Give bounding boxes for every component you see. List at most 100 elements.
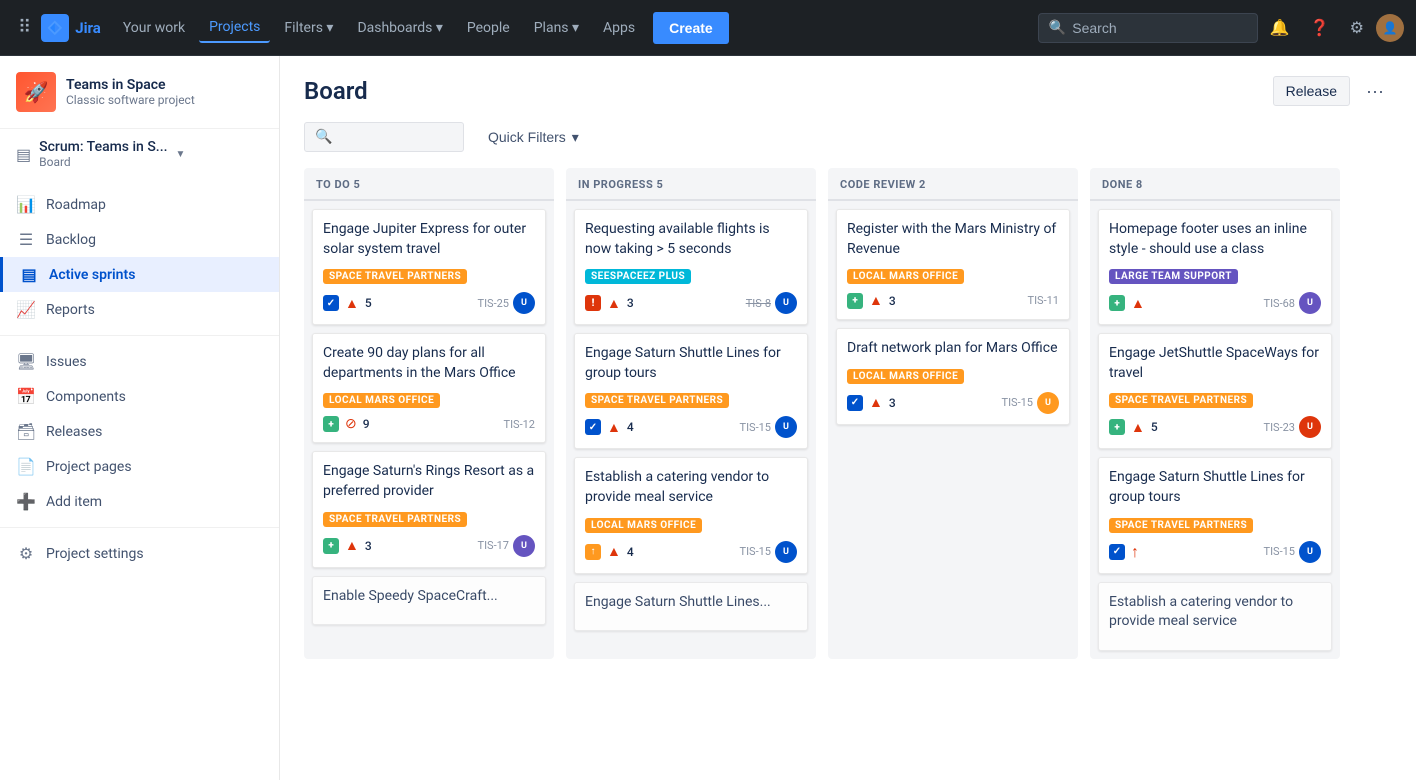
add-icon: ➕ — [16, 492, 36, 511]
story-points: 3 — [889, 396, 896, 410]
issue-type-icon: ✓ — [585, 419, 601, 435]
jira-logo[interactable]: Jira — [41, 14, 101, 42]
column-done-cards: Homepage footer uses an inline style - s… — [1090, 201, 1340, 659]
board-icon: ▤ — [16, 145, 31, 164]
priority-icon: ▲ — [869, 292, 883, 309]
card-tis8[interactable]: Requesting available flights is now taki… — [574, 209, 808, 325]
card-tis15-done[interactable]: Engage Saturn Shuttle Lines for group to… — [1098, 457, 1332, 573]
sidebar-item-reports[interactable]: 📈 Reports — [0, 292, 279, 327]
your-work-nav[interactable]: Your work — [113, 14, 195, 42]
card-avatar: U — [775, 292, 797, 314]
card-footer: ✓ ↑ TIS-15 U — [1109, 541, 1321, 563]
card-title: Draft network plan for Mars Office — [847, 339, 1059, 359]
release-button[interactable]: Release — [1273, 76, 1350, 106]
top-navigation: ⠿ Jira Your work Projects Filters ▾ Dash… — [0, 0, 1416, 56]
board-selector-name: Scrum: Teams in S... — [39, 139, 167, 155]
logo-text: Jira — [75, 19, 101, 37]
story-points: 9 — [363, 417, 370, 431]
filters-nav[interactable]: Filters ▾ — [274, 14, 343, 42]
sidebar-item-releases[interactable]: 🗃 Releases — [0, 414, 279, 449]
card-ip-partial[interactable]: Engage Saturn Shuttle Lines... — [574, 582, 808, 632]
column-todo: TO DO 5 Engage Jupiter Express for outer… — [304, 168, 554, 659]
card-done-partial[interactable]: Establish a catering vendor to provide m… — [1098, 582, 1332, 651]
issue-type-icon: + — [1109, 295, 1125, 311]
priority-icon: ▲ — [1131, 295, 1145, 312]
settings-icon: ⚙ — [16, 544, 36, 563]
sidebar-item-issues[interactable]: 🖥 Issues — [0, 335, 279, 379]
card-todo-partial[interactable]: Enable Speedy SpaceCraft... — [312, 576, 546, 626]
card-tis23[interactable]: Engage JetShuttle SpaceWays for travel S… — [1098, 333, 1332, 449]
more-options-button[interactable]: ··· — [1358, 77, 1392, 106]
sidebar-item-roadmap[interactable]: 📊 Roadmap — [0, 187, 279, 222]
card-footer-right: TIS-17 U — [478, 535, 536, 557]
column-codereview: CODE REVIEW 2 Register with the Mars Min… — [828, 168, 1078, 659]
issue-type-icon: ↑ — [585, 544, 601, 560]
board-toolbar: 🔍 Quick Filters ▾ — [280, 122, 1416, 168]
board-search-filter[interactable]: 🔍 — [304, 122, 464, 152]
card-footer-right: TIS-8 U — [746, 292, 797, 314]
story-points: 5 — [1151, 420, 1158, 434]
grid-icon[interactable]: ⠿ — [12, 11, 37, 44]
sidebar-nav: 📊 Roadmap ☰ Backlog ▤ Active sprints 📈 R… — [0, 179, 279, 579]
card-title: Create 90 day plans for all departments … — [323, 344, 535, 383]
priority-icon: ▲ — [345, 295, 359, 312]
card-tis15-cr[interactable]: Draft network plan for Mars Office LOCAL… — [836, 328, 1070, 425]
sidebar-item-components[interactable]: 📅 Components — [0, 379, 279, 414]
settings-icon[interactable]: ⚙ — [1342, 12, 1372, 43]
components-label: Components — [46, 389, 126, 405]
priority-icon: ▲ — [1131, 419, 1145, 436]
issue-type-icon: + — [847, 293, 863, 309]
releases-icon: 🗃 — [16, 422, 36, 441]
sidebar-item-backlog[interactable]: ☰ Backlog — [0, 222, 279, 257]
card-footer-right: TIS-15 U — [1002, 392, 1060, 414]
projects-nav[interactable]: Projects — [199, 13, 270, 43]
card-id: TIS-15 — [740, 545, 772, 558]
sidebar-item-project-pages[interactable]: 📄 Project pages — [0, 449, 279, 484]
backlog-icon: ☰ — [16, 230, 36, 249]
card-id: TIS-15 — [740, 421, 772, 434]
card-tis12[interactable]: Create 90 day plans for all departments … — [312, 333, 546, 443]
plans-nav[interactable]: Plans ▾ — [524, 14, 589, 42]
filter-search-icon: 🔍 — [315, 129, 332, 145]
sidebar-item-add-item[interactable]: ➕ Add item — [0, 484, 279, 519]
search-input[interactable] — [1072, 20, 1232, 36]
column-codereview-cards: Register with the Mars Ministry of Reven… — [828, 201, 1078, 433]
card-tis15-ip1[interactable]: Engage Saturn Shuttle Lines for group to… — [574, 333, 808, 449]
priority-icon: ▲ — [607, 543, 621, 560]
main-content: Board Release ··· 🔍 Quick Filters ▾ TO D… — [280, 56, 1416, 780]
card-title: Establish a catering vendor to provide m… — [1109, 593, 1321, 632]
card-title: Homepage footer uses an inline style - s… — [1109, 220, 1321, 259]
card-tis25[interactable]: Engage Jupiter Express for outer solar s… — [312, 209, 546, 325]
reports-icon: 📈 — [16, 300, 36, 319]
card-tis17[interactable]: Engage Saturn's Rings Resort as a prefer… — [312, 451, 546, 567]
card-id: TIS-8 — [746, 297, 771, 310]
card-tis15-ip2[interactable]: Establish a catering vendor to provide m… — [574, 457, 808, 573]
help-icon[interactable]: ❓ — [1302, 12, 1338, 43]
card-avatar: U — [1299, 292, 1321, 314]
card-tag: LOCAL MARS OFFICE — [847, 269, 964, 284]
card-tis11[interactable]: Register with the Mars Ministry of Reven… — [836, 209, 1070, 320]
priority-icon: ▲ — [607, 419, 621, 436]
apps-nav[interactable]: Apps — [593, 14, 645, 42]
quick-filters-button[interactable]: Quick Filters ▾ — [476, 123, 591, 152]
people-nav[interactable]: People — [457, 14, 520, 42]
card-footer-right: TIS-15 U — [740, 541, 798, 563]
issue-type-icon: ✓ — [847, 395, 863, 411]
board-columns: TO DO 5 Engage Jupiter Express for outer… — [280, 168, 1416, 683]
story-points: 3 — [889, 294, 896, 308]
board-search-input[interactable] — [338, 129, 458, 145]
column-done: DONE 8 Homepage footer uses an inline st… — [1090, 168, 1340, 659]
card-tis68[interactable]: Homepage footer uses an inline style - s… — [1098, 209, 1332, 325]
sidebar-item-active-sprints[interactable]: ▤ Active sprints — [0, 257, 279, 292]
search-box[interactable]: 🔍 — [1038, 13, 1258, 43]
board-title: Board — [304, 77, 368, 105]
card-tag: SPACE TRAVEL PARTNERS — [585, 393, 729, 408]
notifications-icon[interactable]: 🔔 — [1262, 12, 1298, 43]
dashboards-nav[interactable]: Dashboards ▾ — [347, 14, 452, 42]
card-id: TIS-11 — [1028, 294, 1060, 307]
create-button[interactable]: Create — [653, 12, 729, 44]
board-selector[interactable]: ▤ Scrum: Teams in S... Board ▼ — [0, 129, 279, 179]
card-footer-right: TIS-11 — [1028, 294, 1060, 307]
sidebar-item-project-settings[interactable]: ⚙ Project settings — [0, 527, 279, 571]
user-avatar[interactable]: 👤 — [1376, 14, 1404, 42]
